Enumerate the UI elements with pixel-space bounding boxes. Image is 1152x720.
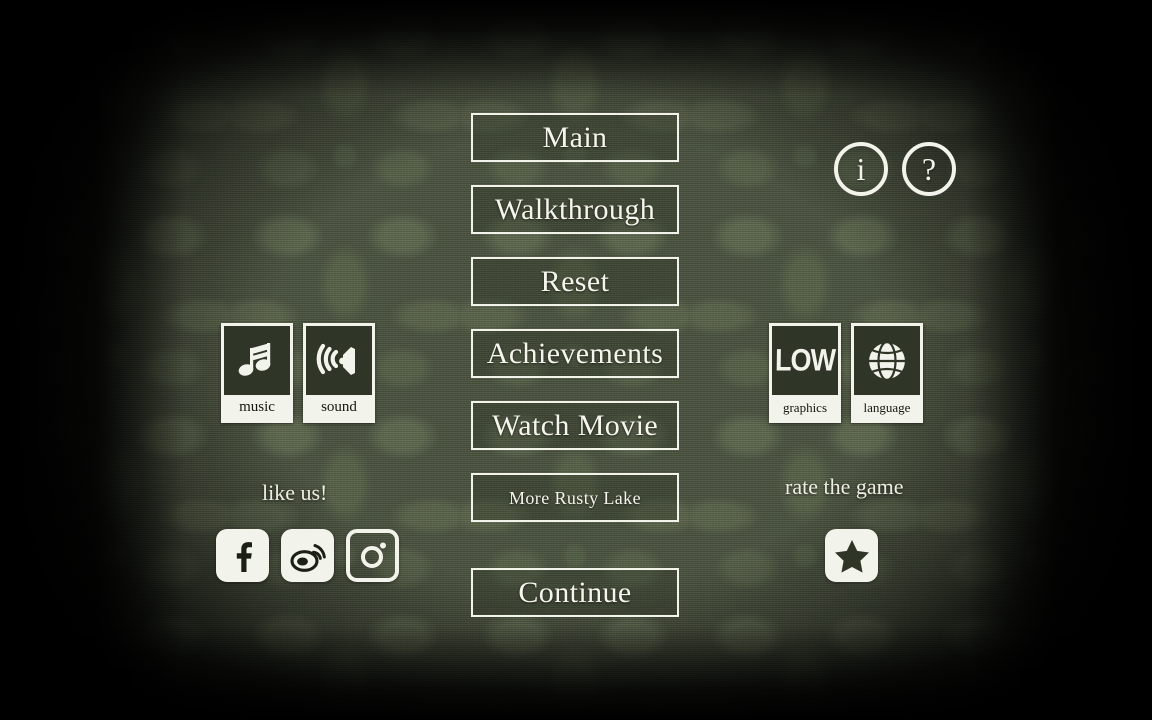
menu-button-more-rusty-lake[interactable]: More Rusty Lake: [471, 473, 679, 522]
music-card-face: [224, 326, 290, 395]
instagram-glyph: [360, 542, 386, 568]
graphics-toggle-card[interactable]: LOW graphics: [769, 323, 841, 423]
sound-toggle-card[interactable]: sound: [303, 323, 375, 423]
menu-button-continue[interactable]: Continue: [471, 568, 679, 617]
menu-button-walkthrough[interactable]: Walkthrough: [471, 185, 679, 234]
music-card-label: music: [224, 395, 290, 420]
facebook-glyph: [236, 541, 252, 572]
display-settings-row: LOW graphics language: [769, 323, 923, 423]
speaker-waves-icon: [316, 343, 355, 375]
music-toggle-card[interactable]: music: [221, 323, 293, 423]
star-icon[interactable]: [825, 529, 878, 582]
facebook-icon[interactable]: [216, 529, 269, 582]
star-glyph: [834, 539, 869, 573]
menu-button-achievements[interactable]: Achievements: [471, 329, 679, 378]
language-card-face: [854, 326, 920, 395]
globe-icon: [866, 340, 908, 381]
weibo-glyph: [289, 543, 326, 572]
weibo-icon[interactable]: [281, 529, 334, 582]
language-card-label: language: [854, 395, 920, 420]
menu-button-reset[interactable]: Reset: [471, 257, 679, 306]
like-us-caption: like us!: [262, 480, 328, 505]
info-icon[interactable]: i: [834, 142, 888, 196]
question-mark-icon[interactable]: ?: [902, 142, 956, 196]
social-links-row: [216, 529, 399, 582]
help-button-group: i ?: [834, 142, 956, 196]
sound-card-label: sound: [306, 395, 372, 420]
main-menu-button-column: Main Walkthrough Reset Achievements Watc…: [471, 113, 679, 640]
music-note-icon: [238, 342, 271, 376]
sound-card-face: [306, 326, 372, 395]
audio-settings-row: music sound: [221, 323, 375, 423]
game-menu-screen: Main Walkthrough Reset Achievements Watc…: [0, 0, 1152, 720]
language-toggle-card[interactable]: language: [851, 323, 923, 423]
menu-button-main[interactable]: Main: [471, 113, 679, 162]
graphics-card-label: graphics: [772, 395, 838, 420]
rate-game-button-wrap: [825, 529, 878, 582]
graphics-quality-value: LOW: [774, 342, 836, 378]
instagram-icon[interactable]: [346, 529, 399, 582]
rate-game-caption: rate the game: [785, 474, 904, 499]
menu-button-watch-movie[interactable]: Watch Movie: [471, 401, 679, 450]
graphics-card-face: LOW: [772, 326, 838, 395]
